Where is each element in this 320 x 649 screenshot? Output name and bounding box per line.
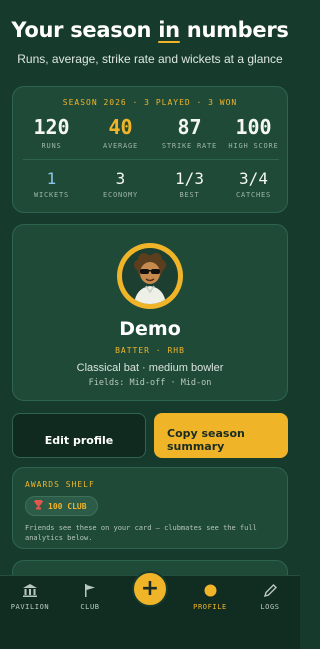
flag-icon [60,582,120,598]
nav-item-pavilion[interactable]: PAVILION [0,582,60,611]
profile-dot-icon [180,582,240,598]
page-header: Your season in numbers Runs, average, st… [0,0,300,80]
stat-wickets: 1 WICKETS [33,169,70,199]
pencil-icon [240,582,300,598]
profile-name: Demo [119,318,181,340]
profile-card: Demo BATTER · RHB Classical bat · medium… [12,224,288,401]
profile-fields: Fields: Mid-off · Mid-on [88,378,212,388]
copy-season-summary-button[interactable]: Copy season summary [154,413,288,458]
stat-runs: 120 RUNS [33,115,70,150]
stats-divider [23,159,279,160]
award-badge-100-club[interactable]: 100 CLUB [25,496,98,516]
stat-catches: 3/4 CATCHES [235,169,272,199]
avatar-illustration [122,248,178,304]
page-subtitle: Runs, average, strike rate and wickets a… [17,52,283,66]
stat-average: 40 AVERAGE [102,115,139,150]
stat-best: 1/3 BEST [175,169,204,199]
stat-strike-rate: 87 STRIKE RATE [161,115,218,150]
stat-high-score: 100 HIGH SCORE [228,115,279,150]
profile-description: Classical bat · medium bowler [76,362,224,374]
season-stats-card: SEASON 2026 · 3 PLAYED · 3 WON 120 RUNS … [12,86,288,213]
avatar[interactable] [117,243,183,309]
edit-profile-button[interactable]: Edit profile [12,413,146,458]
pavilion-icon [0,582,60,598]
nav-item-club[interactable]: CLUB [60,582,120,611]
nav-item-profile[interactable]: PROFILE [180,582,240,611]
page-title: Your season in numbers [11,18,289,42]
nav-item-logs[interactable]: LOGS [240,582,300,611]
add-entry-fab-button[interactable]: + [132,571,168,607]
stat-economy: 3 ECONOMY [102,169,139,199]
awards-shelf-card: AWARDS SHELF 100 CLUB Friends see these … [12,467,288,549]
awards-shelf-title: AWARDS SHELF [25,480,95,489]
awards-note: Friends see these on your card — clubmat… [25,524,257,542]
trophy-icon [34,499,43,513]
season-summary-line: SEASON 2026 · 3 PLAYED · 3 WON [62,98,238,107]
profile-role: BATTER · RHB [115,346,185,355]
